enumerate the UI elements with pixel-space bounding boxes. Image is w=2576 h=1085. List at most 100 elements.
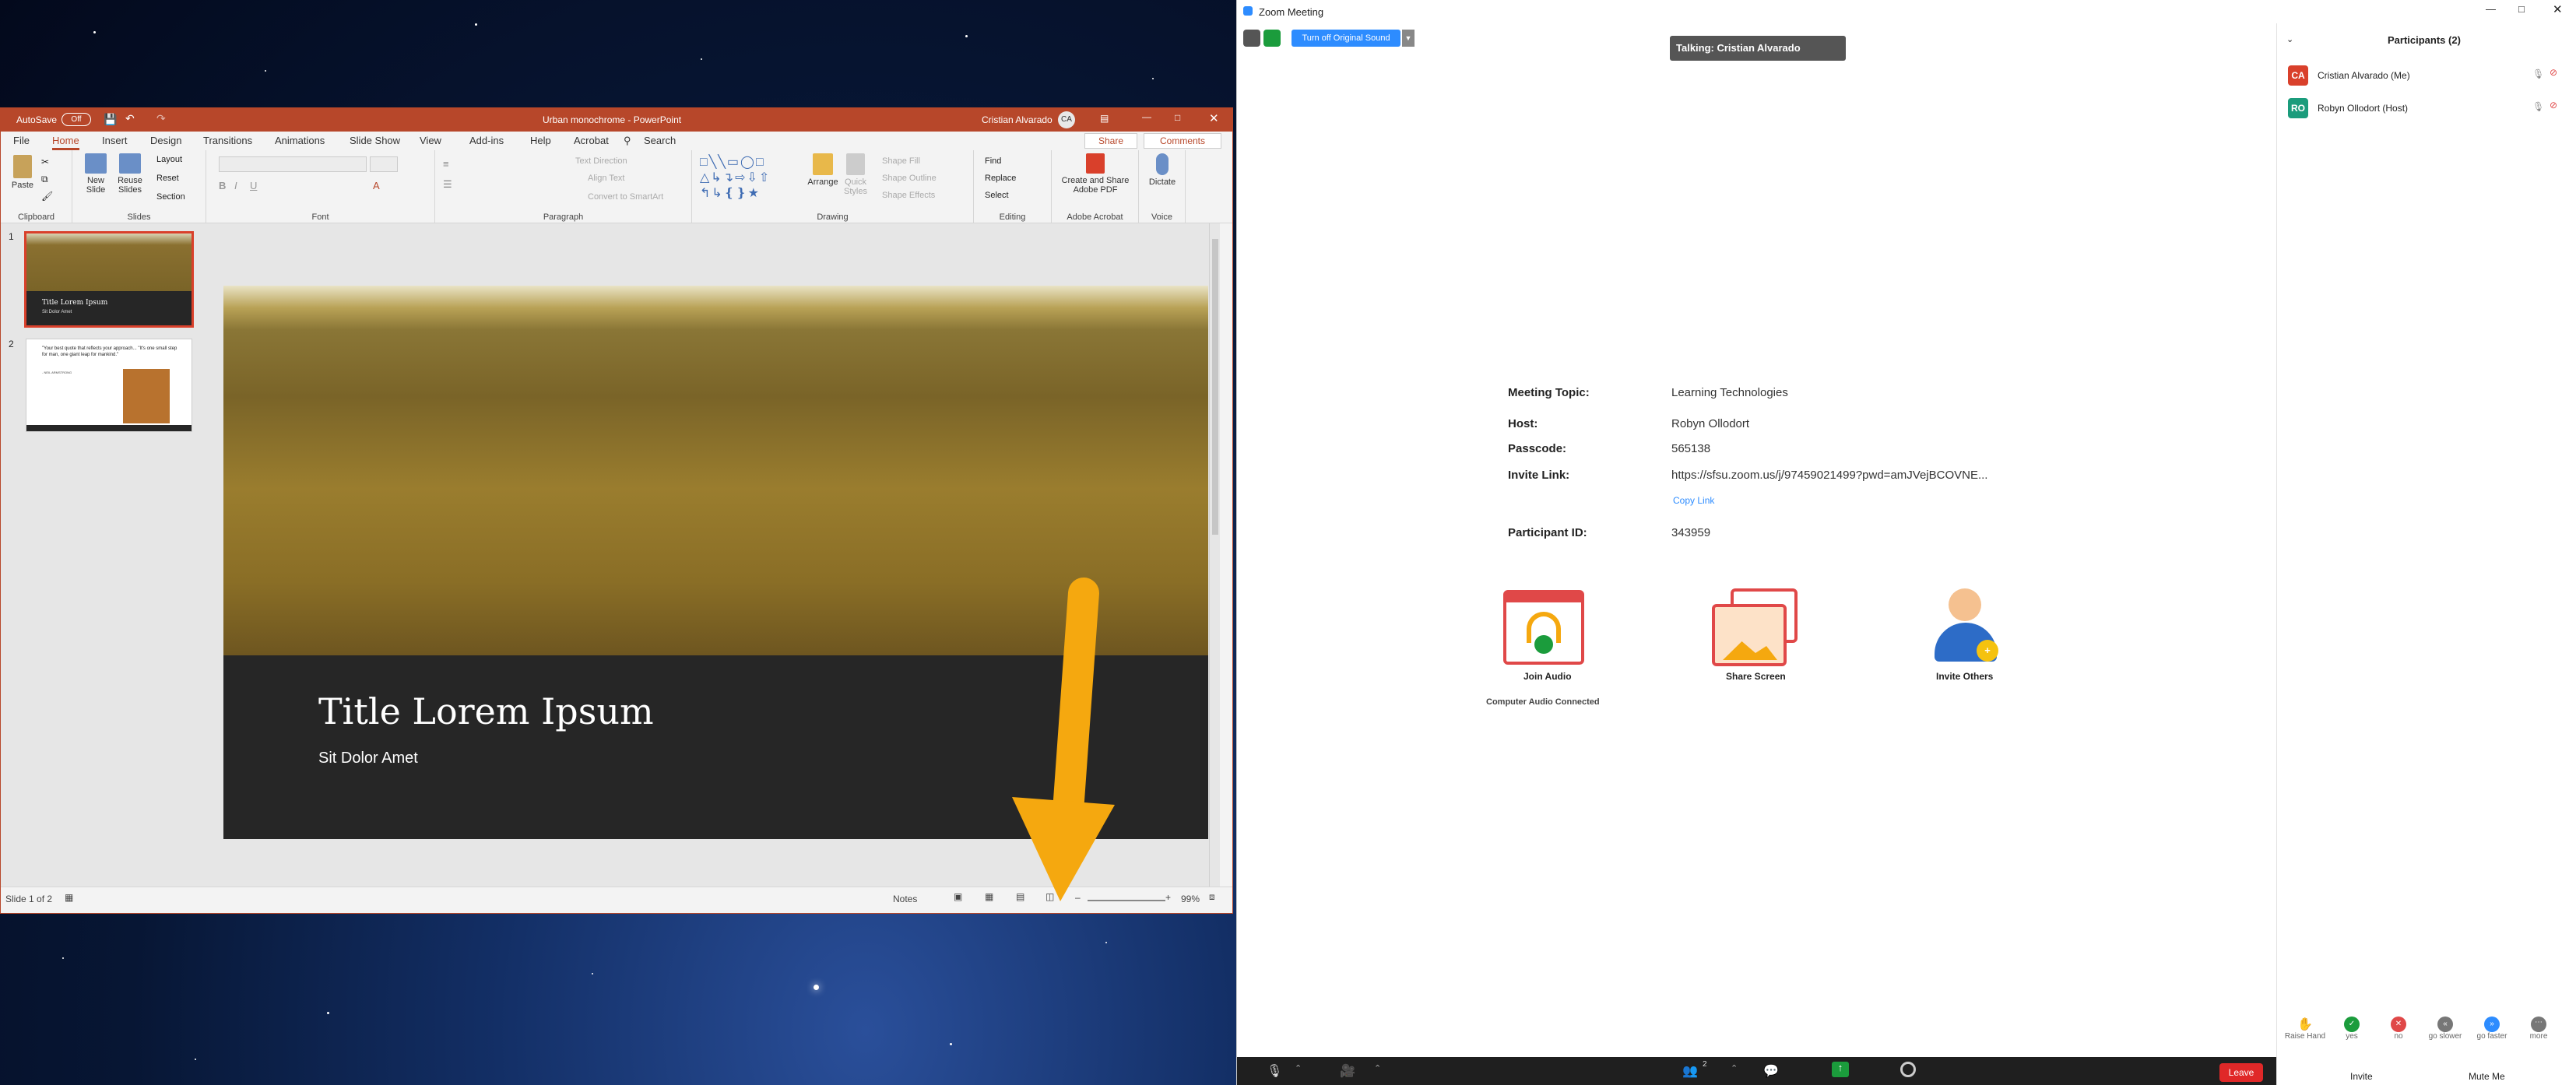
bullets-icon[interactable]: ≡ xyxy=(443,158,449,170)
tab-transitions[interactable]: Transitions xyxy=(203,135,252,146)
zoom-close-icon[interactable]: ✕ xyxy=(2553,2,2563,16)
font-color-icon[interactable]: A xyxy=(373,180,380,191)
video-off-icon[interactable]: ⊘ xyxy=(2550,100,2557,111)
font-name-select[interactable] xyxy=(219,156,367,172)
new-slide-button[interactable]: New Slide xyxy=(80,153,111,195)
join-audio-label[interactable]: Join Audio xyxy=(1523,671,1572,682)
go-slower-button[interactable]: «go slower xyxy=(2422,1017,2469,1041)
join-audio-icon[interactable] xyxy=(1503,590,1584,665)
tab-animations[interactable]: Animations xyxy=(275,135,325,146)
more-button[interactable]: ⋯ more xyxy=(2515,1017,2562,1041)
create-share-pdf-button[interactable]: Create and Share Adobe PDF xyxy=(1056,153,1134,195)
participants-icon[interactable]: 👥 xyxy=(1682,1063,1698,1079)
video-camera-icon[interactable]: 🎥 xyxy=(1340,1063,1355,1079)
share-screen-icon[interactable] xyxy=(1712,588,1801,666)
redo-icon[interactable]: ↷ xyxy=(156,112,166,125)
autosave-toggle[interactable]: Off xyxy=(62,113,91,126)
slide-title[interactable]: Title Lorem Ipsum xyxy=(318,690,654,732)
find-button[interactable]: Find xyxy=(985,156,1001,166)
cut-icon[interactable]: ✂ xyxy=(41,156,49,167)
bold-icon[interactable]: B xyxy=(219,180,226,191)
zoom-level[interactable]: 99% xyxy=(1181,894,1200,904)
scrollbar-thumb[interactable] xyxy=(1212,239,1218,535)
italic-icon[interactable]: I xyxy=(234,180,237,191)
microphone-icon[interactable]: 🎙 xyxy=(2532,68,2544,79)
raise-hand-button[interactable]: ✋ Raise Hand xyxy=(2282,1017,2328,1041)
dictate-button[interactable]: Dictate xyxy=(1147,153,1178,187)
audio-options-chevron-icon[interactable]: ⌃ xyxy=(1295,1063,1302,1073)
participants-chevron-icon[interactable]: ⌃ xyxy=(1731,1063,1738,1073)
share-screen-toolbar-icon[interactable]: ↑ xyxy=(1832,1062,1849,1077)
ribbon-search[interactable]: Search xyxy=(644,135,676,146)
reset-button[interactable]: Reset xyxy=(156,174,179,183)
text-direction-button[interactable]: Text Direction xyxy=(575,156,627,166)
original-sound-chevron-icon[interactable]: ▼ xyxy=(1402,30,1415,47)
share-button[interactable]: Share xyxy=(1084,133,1137,149)
copy-icon[interactable]: ⧉ xyxy=(41,174,48,185)
security-shield-icon[interactable] xyxy=(1263,30,1281,47)
record-icon[interactable] xyxy=(1900,1062,1916,1077)
chat-icon[interactable]: 💬 xyxy=(1763,1063,1779,1079)
font-size-select[interactable] xyxy=(370,156,398,172)
slide-thumbnail-2[interactable]: "Your best quote that reflects your appr… xyxy=(26,339,192,432)
slide-subtitle[interactable]: Sit Dolor Amet xyxy=(318,750,418,767)
notes-button[interactable]: Notes xyxy=(893,894,917,904)
close-icon[interactable]: ✕ xyxy=(1209,111,1219,125)
zoom-minimize-icon[interactable]: — xyxy=(2486,3,2496,15)
mute-me-button[interactable]: Mute Me xyxy=(2469,1071,2505,1082)
align-text-button[interactable]: Align Text xyxy=(588,174,625,183)
search-icon[interactable]: ⚲ xyxy=(624,135,631,147)
no-button[interactable]: ✕ no xyxy=(2375,1017,2422,1041)
invite-others-icon[interactable]: + xyxy=(1930,588,2000,666)
tab-help[interactable]: Help xyxy=(530,135,551,146)
video-options-chevron-icon[interactable]: ⌃ xyxy=(1374,1063,1381,1073)
ribbon-display-icon[interactable]: ▤ xyxy=(1100,113,1109,124)
tab-design[interactable]: Design xyxy=(150,135,181,146)
original-sound-button[interactable]: Turn off Original Sound xyxy=(1292,30,1400,47)
tab-acrobat[interactable]: Acrobat xyxy=(574,135,609,146)
shapes-gallery[interactable]: □╲╲▭◯□ △↳↴⇨⇩⇧ ↰↳❴❵★ xyxy=(700,155,801,205)
section-button[interactable]: Section xyxy=(156,192,185,202)
arrange-button[interactable]: Arrange xyxy=(807,153,838,187)
collapse-panel-icon[interactable]: ⌄ xyxy=(2286,34,2293,44)
tab-home[interactable]: Home xyxy=(52,135,79,150)
paste-button[interactable]: Paste xyxy=(7,155,38,190)
tab-file[interactable]: File xyxy=(13,135,30,146)
layout-button[interactable]: Layout xyxy=(156,155,182,164)
select-button[interactable]: Select xyxy=(985,191,1009,200)
underline-icon[interactable]: U xyxy=(250,180,257,191)
leave-button[interactable]: Leave xyxy=(2219,1063,2263,1082)
shape-fill-button[interactable]: Shape Fill xyxy=(882,156,920,166)
zoom-in-icon[interactable]: + xyxy=(1165,892,1171,903)
go-faster-button[interactable]: » go faster xyxy=(2469,1017,2515,1041)
copy-link-button[interactable]: Copy Link xyxy=(1673,495,1714,506)
slide-sorter-icon[interactable]: ▦ xyxy=(985,891,993,902)
tab-slide-show[interactable]: Slide Show xyxy=(350,135,400,146)
yes-button[interactable]: ✓ yes xyxy=(2328,1017,2375,1041)
slide-thumbnail-1[interactable]: Title Lorem Ipsum Sit Dolor Amet xyxy=(24,231,194,328)
reuse-slides-button[interactable]: Reuse Slides xyxy=(114,153,146,195)
microphone-icon[interactable]: 🎙 xyxy=(2532,101,2544,112)
format-painter-icon[interactable]: 🖌 xyxy=(41,191,53,202)
tab-add-ins[interactable]: Add-ins xyxy=(469,135,504,146)
ppt-user-avatar[interactable]: CA xyxy=(1058,111,1075,128)
participant-row[interactable]: CA Cristian Alvarado (Me) 🎙 ⊘ xyxy=(2288,64,2568,87)
align-left-icon[interactable]: ☰ xyxy=(443,178,452,191)
participant-row[interactable]: RO Robyn Ollodort (Host) 🎙 ⊘ xyxy=(2288,97,2568,120)
fit-slide-icon[interactable]: ⧈ xyxy=(1209,891,1215,903)
meeting-info-icon[interactable] xyxy=(1243,30,1260,47)
normal-view-icon[interactable]: ▣ xyxy=(954,891,962,902)
shape-effects-button[interactable]: Shape Effects xyxy=(882,191,935,200)
zoom-maximize-icon[interactable]: □ xyxy=(2518,3,2525,15)
save-icon[interactable]: 💾 xyxy=(104,113,117,126)
shape-outline-button[interactable]: Shape Outline xyxy=(882,174,937,183)
tab-view[interactable]: View xyxy=(420,135,441,146)
maximize-icon[interactable]: □ xyxy=(1175,112,1180,123)
invite-button[interactable]: Invite xyxy=(2350,1071,2373,1082)
minimize-icon[interactable]: — xyxy=(1142,111,1151,122)
convert-smartart-button[interactable]: Convert to SmartArt xyxy=(588,192,663,202)
comments-button[interactable]: Comments xyxy=(1144,133,1221,149)
undo-icon[interactable]: ↶ xyxy=(125,112,135,125)
accessibility-icon[interactable]: ▦ xyxy=(65,892,73,903)
tab-insert[interactable]: Insert xyxy=(102,135,128,146)
